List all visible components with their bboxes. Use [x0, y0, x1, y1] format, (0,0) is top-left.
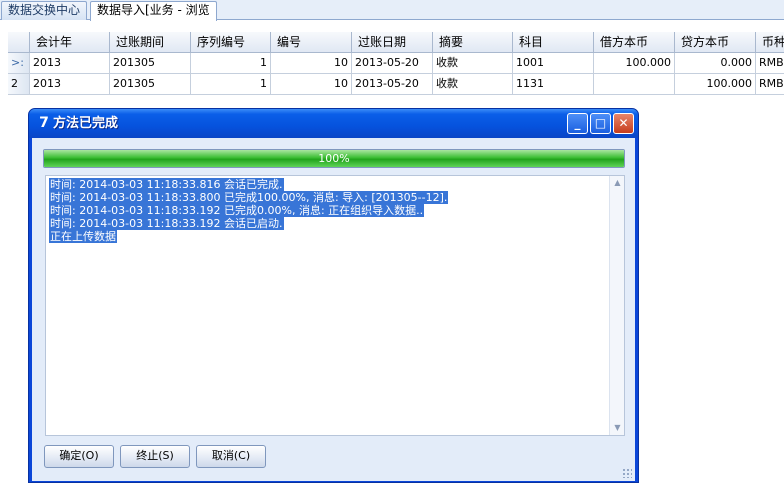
dialog-body: 100% 时间: 2014-03-03 11:18:33.816 会话已完成. …: [32, 138, 635, 481]
stop-button[interactable]: 终止(S): [120, 445, 190, 468]
ok-button[interactable]: 确定(O): [44, 445, 114, 468]
dialog-title: 方法已完成: [53, 116, 119, 131]
cell-year[interactable]: 2013: [30, 74, 110, 95]
log-textarea[interactable]: 时间: 2014-03-03 11:18:33.816 会话已完成. 时间: 2…: [45, 175, 625, 436]
close-icon: ✕: [618, 116, 629, 130]
cell-credit[interactable]: 0.000: [675, 53, 756, 74]
grid-header-row: 会计年 过账期间 序列编号 编号 过账日期 摘要 科目 借方本币 贷方本币 币种: [8, 32, 784, 53]
cancel-button[interactable]: 取消(C): [196, 445, 266, 468]
log-scrollbar[interactable]: ▲ ▼: [609, 176, 624, 435]
cell-account[interactable]: 1131: [513, 74, 594, 95]
column-header-account[interactable]: 科目: [513, 32, 594, 53]
cell-debit[interactable]: [594, 74, 675, 95]
cell-abstract[interactable]: 收款: [433, 53, 513, 74]
cell-period[interactable]: 201305: [110, 53, 191, 74]
cell-number[interactable]: 10: [271, 74, 352, 95]
app-icon: 7: [39, 115, 49, 131]
minimize-icon: _: [574, 116, 581, 130]
cell-number[interactable]: 10: [271, 53, 352, 74]
progress-bar: 100%: [43, 149, 625, 168]
cell-date[interactable]: 2013-05-20: [352, 74, 433, 95]
cell-credit[interactable]: 100.000: [675, 74, 756, 95]
column-header-number[interactable]: 编号: [271, 32, 352, 53]
tab-bar: 数据交换中心 数据导入[业务 - 浏览: [0, 0, 784, 21]
minimize-button[interactable]: _: [567, 113, 588, 134]
cell-currency[interactable]: RMB: [756, 74, 784, 95]
log-lines: 时间: 2014-03-03 11:18:33.816 会话已完成. 时间: 2…: [49, 178, 449, 243]
table-row[interactable]: 2 2013 201305 1 10 2013-05-20 收款 1131 10…: [8, 74, 784, 95]
column-header-currency[interactable]: 币种: [756, 32, 784, 53]
cell-account[interactable]: 1001: [513, 53, 594, 74]
column-header-credit[interactable]: 贷方本币: [675, 32, 756, 53]
cell-debit[interactable]: 100.000: [594, 53, 675, 74]
data-grid: 会计年 过账期间 序列编号 编号 过账日期 摘要 科目 借方本币 贷方本币 币种…: [0, 32, 784, 95]
cell-period[interactable]: 201305: [110, 74, 191, 95]
maximize-button[interactable]: □: [590, 113, 611, 134]
column-header-period[interactable]: 过账期间: [110, 32, 191, 53]
column-header-date[interactable]: 过账日期: [352, 32, 433, 53]
grid-corner: [8, 32, 30, 53]
column-header-seq[interactable]: 序列编号: [191, 32, 271, 53]
method-complete-dialog: 7 方法已完成 _ □ ✕ 100% 时间: 2014-03-03 11:18:…: [28, 108, 639, 483]
row-header-current[interactable]: >:: [8, 53, 30, 74]
maximize-icon: □: [594, 116, 607, 130]
table-row[interactable]: >: 2013 201305 1 10 2013-05-20 收款 1001 1…: [8, 53, 784, 74]
log-line: 时间: 2014-03-03 11:18:33.192 会话已启动.: [49, 217, 284, 230]
tab-data-import[interactable]: 数据导入[业务 - 浏览: [90, 1, 217, 21]
column-header-abstract[interactable]: 摘要: [433, 32, 513, 53]
resize-grip-icon[interactable]: [622, 468, 632, 478]
row-header[interactable]: 2: [8, 74, 30, 95]
dialog-titlebar[interactable]: 7 方法已完成 _ □ ✕: [29, 109, 638, 138]
cell-seq[interactable]: 1: [191, 53, 271, 74]
cell-date[interactable]: 2013-05-20: [352, 53, 433, 74]
column-header-debit[interactable]: 借方本币: [594, 32, 675, 53]
tab-data-exchange-center[interactable]: 数据交换中心: [1, 1, 88, 20]
scroll-up-icon[interactable]: ▲: [610, 176, 625, 190]
log-line: 时间: 2014-03-03 11:18:33.816 会话已完成.: [49, 178, 284, 191]
log-line: 时间: 2014-03-03 11:18:33.800 已完成100.00%, …: [49, 191, 449, 204]
close-button[interactable]: ✕: [613, 113, 634, 134]
cell-currency[interactable]: RMB: [756, 53, 784, 74]
log-line: 正在上传数据: [49, 230, 117, 243]
column-header-year[interactable]: 会计年: [30, 32, 110, 53]
scroll-down-icon[interactable]: ▼: [610, 421, 625, 435]
cell-year[interactable]: 2013: [30, 53, 110, 74]
progress-label: 100%: [318, 152, 350, 165]
cell-seq[interactable]: 1: [191, 74, 271, 95]
log-line: 时间: 2014-03-03 11:18:33.192 已完成0.00%, 消息…: [49, 204, 425, 217]
cell-abstract[interactable]: 收款: [433, 74, 513, 95]
